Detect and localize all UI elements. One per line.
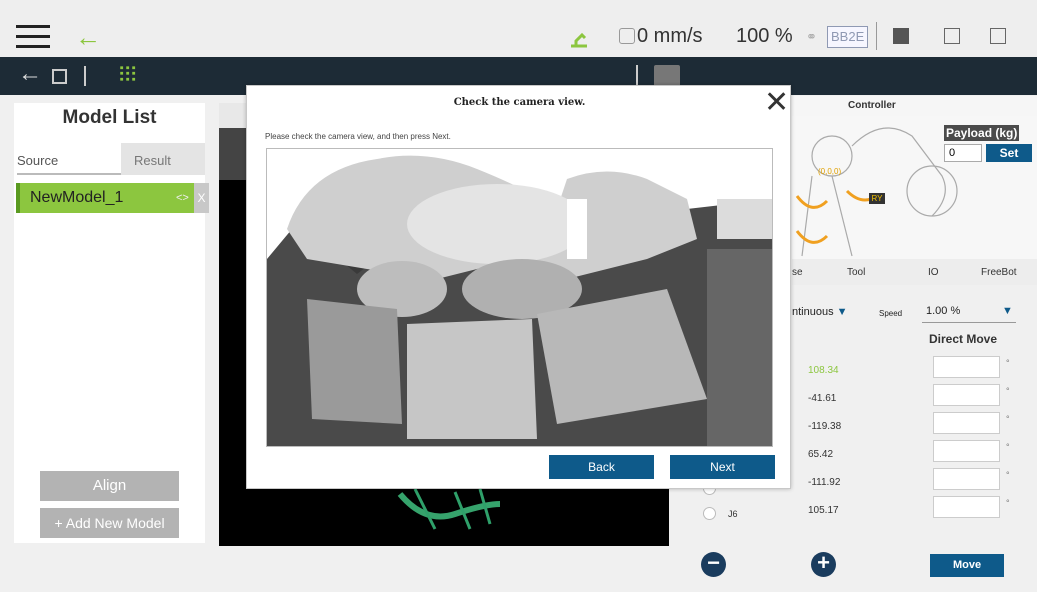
controller-header: Controller [792, 96, 1037, 116]
joint-radio-j6[interactable] [703, 507, 716, 520]
depth-image [267, 149, 772, 446]
nav-back-icon[interactable]: ← [18, 60, 42, 88]
speed-readout: 0 mm/s [637, 25, 703, 47]
divider [876, 22, 877, 50]
tab-source[interactable]: Source [17, 143, 121, 175]
degree-unit: ° [1006, 498, 1010, 508]
app-root: ← 0 mm/s 100 % ⚭ BB2E ← ⫶⫶⫶ Model List S… [0, 0, 1037, 592]
dialog-title: Check the camera view. [453, 97, 586, 108]
direct-move-input-j6[interactable] [933, 496, 1000, 518]
joint-label-j6: J6 [728, 509, 738, 519]
joint-value-j5: -111.92 [808, 477, 841, 488]
payload-input[interactable]: 0 [944, 144, 982, 162]
dropdown-arrow-icon: ▼ [1002, 305, 1013, 317]
remove-model-button[interactable]: X [194, 183, 209, 213]
next-button[interactable]: Next [670, 455, 775, 479]
controller-tabs: se Tool IO FreeBot [792, 259, 1037, 285]
divider [84, 66, 86, 86]
joint-value-j1: 108.34 [808, 365, 839, 376]
payload-label: Payload (kg) [944, 125, 1020, 141]
degree-unit: ° [1006, 470, 1010, 480]
tab-result[interactable]: Result [121, 143, 205, 175]
direct-move-title: Direct Move [929, 332, 998, 346]
tab-base[interactable]: se [792, 267, 803, 278]
plus-icon[interactable]: + [811, 552, 836, 577]
dialog-instruction: Please check the camera view, and then p… [265, 132, 451, 141]
back-arrow-icon[interactable]: ← [75, 22, 101, 52]
model-list-item[interactable]: NewModel_1 <> X [16, 183, 209, 213]
jog-mode-value: ntinuous [792, 306, 834, 318]
model-list-title: Model List [62, 107, 157, 128]
camera-check-dialog: Check the camera view. ✕ Please check th… [246, 85, 791, 489]
sliders-icon[interactable]: ⫶⫶⫶ [119, 64, 137, 87]
degree-unit: ° [1006, 386, 1010, 396]
tab-tool[interactable]: Tool [847, 267, 865, 278]
direct-move-input-j4[interactable] [933, 440, 1000, 462]
degree-unit: ° [1006, 442, 1010, 452]
tab-freebot[interactable]: FreeBot [981, 267, 1017, 278]
degree-unit: ° [1006, 358, 1010, 368]
info-icon[interactable] [944, 28, 960, 44]
speed-select-value: 1.00 % [926, 305, 961, 317]
close-icon[interactable]: ✕ [764, 88, 789, 118]
camera-depth-view [266, 148, 773, 447]
model-item-label: NewModel_1 [30, 189, 124, 206]
menu-icon[interactable] [16, 25, 50, 51]
add-new-model-button[interactable]: + Add New Model [40, 508, 179, 538]
direct-move-input-j3[interactable] [933, 412, 1000, 434]
joint-value-j4: 65.42 [808, 449, 834, 460]
link-icon: ⚭ [806, 29, 817, 44]
speed-percent[interactable]: 100 % [736, 25, 793, 48]
move-button[interactable]: Move [930, 554, 1004, 577]
speed-icon [619, 28, 635, 44]
save-icon[interactable] [52, 69, 67, 84]
direct-move-input-j2[interactable] [933, 384, 1000, 406]
speed-label: Speed [879, 309, 903, 318]
ry-axis-label: RY [869, 193, 885, 204]
controller-label: Controller [848, 100, 896, 111]
document-icon[interactable] [990, 28, 1006, 44]
tab-io[interactable]: IO [928, 267, 939, 278]
align-button[interactable]: Align [40, 471, 179, 501]
joint-value-j2: -41.61 [808, 393, 837, 404]
top-bar: ← 0 mm/s 100 % ⚭ BB2E [0, 0, 1037, 57]
joint-value-j3: -119.38 [808, 421, 842, 432]
direct-move-input-j1[interactable] [933, 356, 1000, 378]
robot-id-badge[interactable]: BB2E [827, 26, 869, 48]
degree-unit: ° [1006, 414, 1010, 424]
expand-chevron-icon[interactable]: <> [176, 183, 189, 213]
speed-select[interactable]: 1.00 % ▼ [922, 305, 1016, 323]
dropdown-arrow-icon: ▼ [836, 306, 848, 318]
robot-icon[interactable] [568, 27, 590, 49]
joint-value-j6: 105.17 [808, 505, 839, 516]
calculator-icon[interactable] [893, 28, 909, 44]
origin-label: (0,0,0) [818, 167, 841, 176]
point-cloud-model [397, 488, 501, 530]
payload-set-button[interactable]: Set [986, 144, 1032, 162]
jog-mode-select[interactable]: ntinuous ▼ [792, 306, 862, 322]
direct-move-input-j5[interactable] [933, 468, 1000, 490]
back-button[interactable]: Back [549, 455, 654, 479]
minus-icon[interactable]: − [701, 552, 726, 577]
